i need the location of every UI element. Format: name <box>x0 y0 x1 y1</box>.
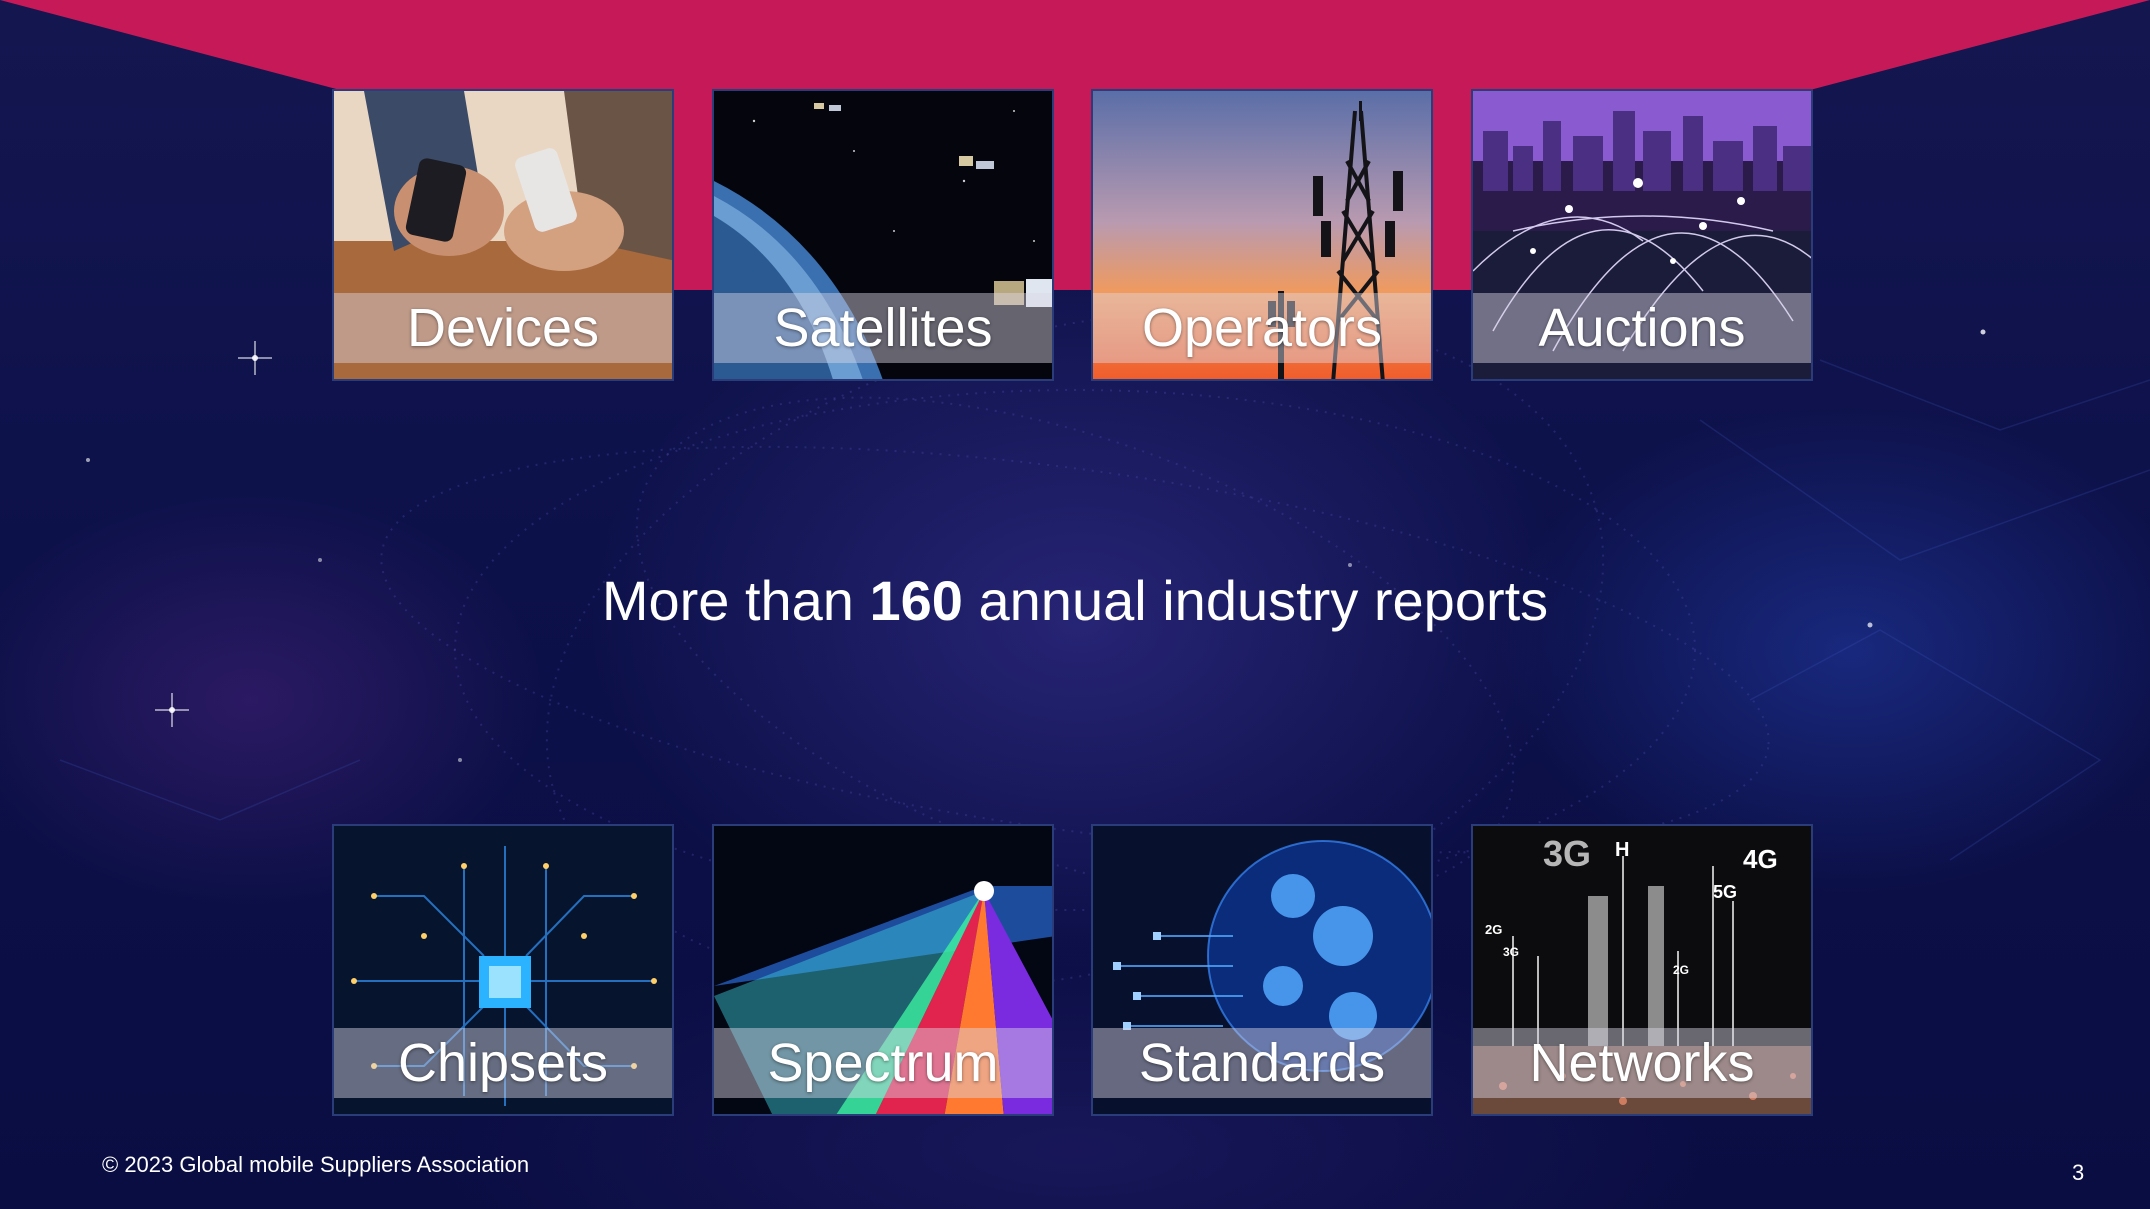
tile-label: Devices <box>334 293 672 363</box>
headline-number: 160 <box>869 569 963 632</box>
net-2g-small: 2G <box>1673 963 1689 977</box>
headline-prefix: More than <box>601 569 870 632</box>
net-5g: 5G <box>1713 882 1737 902</box>
tile-label: Spectrum <box>714 1028 1052 1098</box>
tile-operators[interactable]: Operators <box>1091 89 1433 381</box>
tile-label: Satellites <box>714 293 1052 363</box>
net-h: H <box>1615 839 1629 861</box>
tile-label: Operators <box>1093 293 1431 363</box>
net-4g: 4G <box>1743 844 1778 874</box>
tile-label: Auctions <box>1473 293 1811 363</box>
tile-label: Standards <box>1093 1028 1431 1098</box>
tile-devices[interactable]: Devices <box>332 89 674 381</box>
tile-standards[interactable]: Standards <box>1091 824 1433 1116</box>
tile-label: Chipsets <box>334 1028 672 1098</box>
page-number: 3 <box>2072 1160 2085 1185</box>
net-3g-big: 3G <box>1543 833 1591 874</box>
tile-label: Networks <box>1473 1028 1811 1098</box>
tile-spectrum[interactable]: Spectrum <box>712 824 1054 1116</box>
tile-chipsets[interactable]: Chipsets <box>332 824 674 1116</box>
headline: More than 160 annual industry reports <box>0 568 2150 633</box>
net-2g: 2G <box>1485 922 1502 937</box>
tile-satellites[interactable]: Satellites <box>712 89 1054 381</box>
tile-auctions[interactable]: Auctions <box>1471 89 1813 381</box>
headline-suffix: annual industry reports <box>962 569 1549 632</box>
copyright-footer: © 2023 Global mobile Suppliers Associati… <box>102 1152 530 1177</box>
tile-networks[interactable]: 3G H 4G 5G 2G 3G 2G Networks <box>1471 824 1813 1116</box>
net-3g-small: 3G <box>1503 945 1519 959</box>
